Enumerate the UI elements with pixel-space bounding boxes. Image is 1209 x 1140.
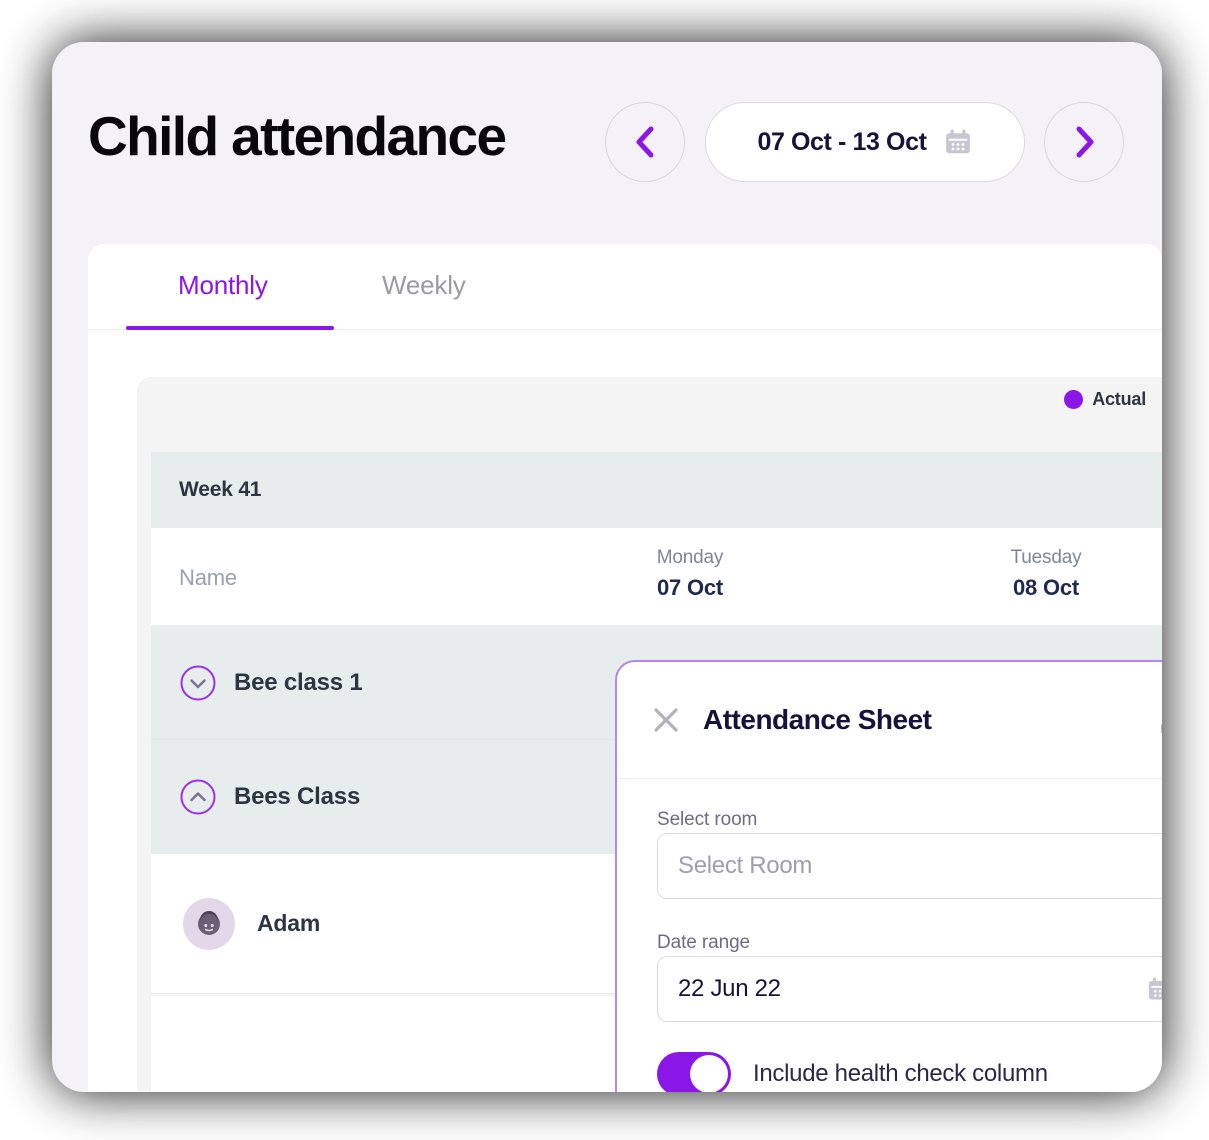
day-date: 07 Oct [656, 575, 724, 600]
chevron-left-icon [636, 126, 654, 158]
modal-header: Attendance Sheet [617, 662, 1162, 779]
date-range-label: Date range [657, 932, 751, 953]
chevron-down-circle-icon[interactable] [179, 664, 217, 702]
tab-weekly[interactable]: Weekly [382, 270, 466, 301]
prev-week-button[interactable] [605, 102, 685, 182]
day-name: Monday [656, 547, 724, 568]
next-week-button[interactable] [1044, 102, 1124, 182]
app-card: Child attendance 07 Oct - 13 Oct Monthly… [52, 42, 1162, 1092]
health-check-row: Include health check column [657, 1052, 1048, 1092]
view-mode-tabs: Monthly Weekly [88, 244, 1162, 330]
tab-monthly[interactable]: Monthly [178, 270, 268, 301]
chevron-up-circle-icon[interactable] [179, 778, 217, 816]
chevron-right-icon [1076, 126, 1094, 158]
date-range-picker[interactable]: 07 Oct - 13 Oct [705, 102, 1025, 182]
date-range-input[interactable]: 22 Jun 22 [657, 956, 1162, 1022]
column-header-name: Name [179, 565, 237, 590]
expand-diagonal-icon[interactable] [1159, 706, 1162, 736]
health-check-label: Include health check column [753, 1060, 1048, 1087]
avatar [183, 897, 235, 950]
legend: Actual [1064, 389, 1146, 410]
modal-title: Attendance Sheet [703, 704, 932, 735]
close-icon[interactable] [651, 705, 681, 735]
child-name: Adam [257, 910, 321, 936]
attendance-sheet-modal: Attendance Sheet Select room Select Room… [615, 660, 1162, 1092]
week-header-row: Week 41 [151, 452, 1162, 528]
class-row-label: Bees Class [234, 783, 361, 810]
date-range-value: 22 Jun 22 [678, 975, 781, 1002]
select-room-input[interactable]: Select Room [657, 833, 1162, 899]
day-name: Tuesday [1010, 547, 1082, 568]
health-check-toggle[interactable] [657, 1052, 731, 1092]
date-range-label: 07 Oct - 13 Oct [757, 127, 927, 156]
page-header: Child attendance 07 Oct - 13 Oct [52, 42, 1162, 242]
week-label: Week 41 [179, 478, 262, 501]
calendar-icon[interactable] [1146, 975, 1162, 1003]
table-column-header-row: Name Monday 07 Oct Tuesday 08 Oct [151, 528, 1162, 626]
calendar-icon [945, 129, 970, 154]
select-room-label: Select room [657, 809, 758, 830]
column-header-monday: Monday 07 Oct [610, 547, 770, 601]
child-avatar-icon [198, 910, 220, 935]
screenshot-stage: Child attendance 07 Oct - 13 Oct Monthly… [0, 0, 1209, 1140]
page-title: Child attendance [88, 105, 507, 167]
column-header-tuesday: Tuesday 08 Oct [966, 547, 1126, 601]
select-room-placeholder: Select Room [678, 852, 813, 879]
legend-label: Actual [1092, 389, 1146, 409]
legend-dot-icon [1064, 390, 1084, 409]
class-row-label: Bee class 1 [234, 668, 363, 696]
day-date: 08 Oct [1012, 575, 1080, 600]
tab-monthly-underline [126, 326, 334, 330]
